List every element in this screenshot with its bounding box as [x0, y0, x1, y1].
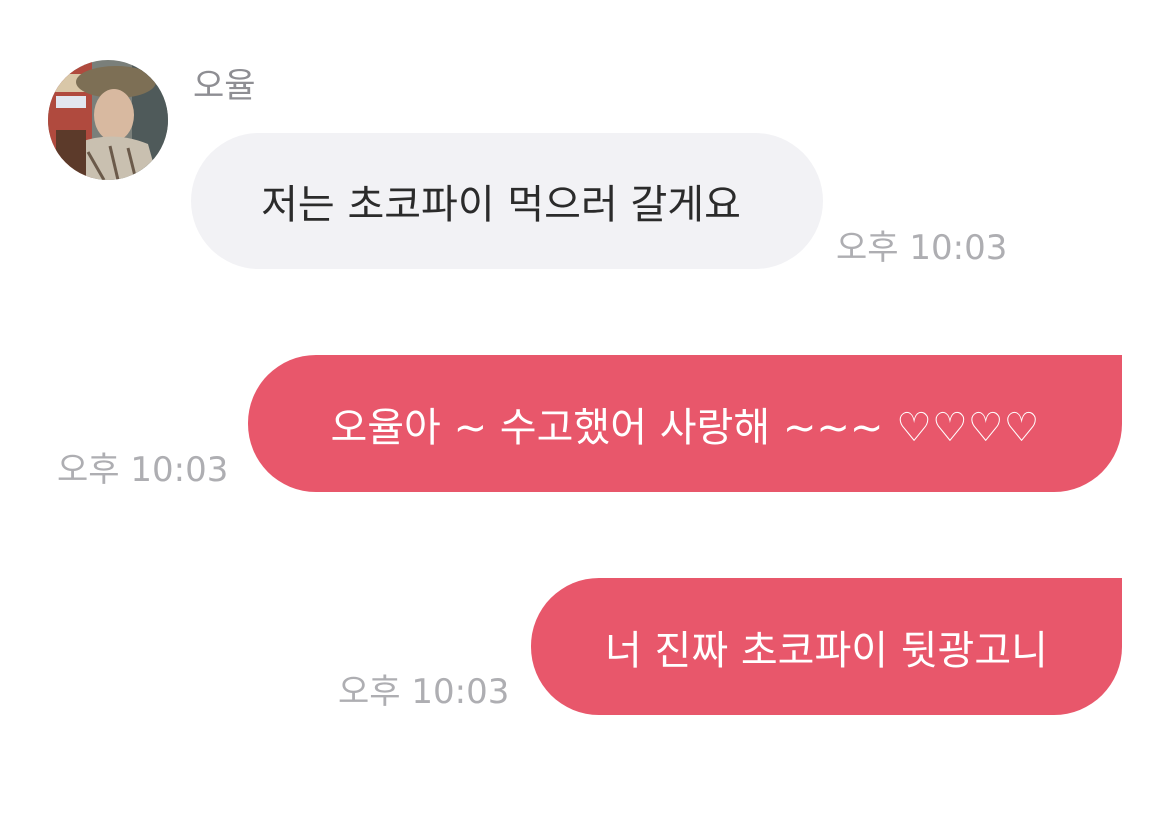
message-timestamp: 오후 10:03 [57, 450, 229, 490]
outgoing-message-bubble[interactable]: 너 진짜 초코파이 뒷광고니 [531, 578, 1122, 715]
message-timestamp: 오후 10:03 [338, 672, 510, 712]
message-text: 저는 초코파이 먹으러 갈게요 [261, 182, 741, 228]
message-timestamp: 오후 10:03 [836, 228, 1008, 268]
message-text: 오율아 ~ 수고했어 사랑해 ~~~ ♡♡♡♡ [330, 404, 1040, 451]
outgoing-message-bubble[interactable]: 오율아 ~ 수고했어 사랑해 ~~~ ♡♡♡♡ [248, 355, 1122, 492]
sender-name: 오율 [193, 66, 256, 106]
profile-photo-avatar-icon [48, 60, 168, 180]
incoming-message-bubble[interactable]: 저는 초코파이 먹으러 갈게요 [191, 133, 823, 269]
sender-avatar[interactable] [48, 60, 168, 180]
message-text: 너 진짜 초코파이 뒷광고니 [605, 627, 1048, 674]
